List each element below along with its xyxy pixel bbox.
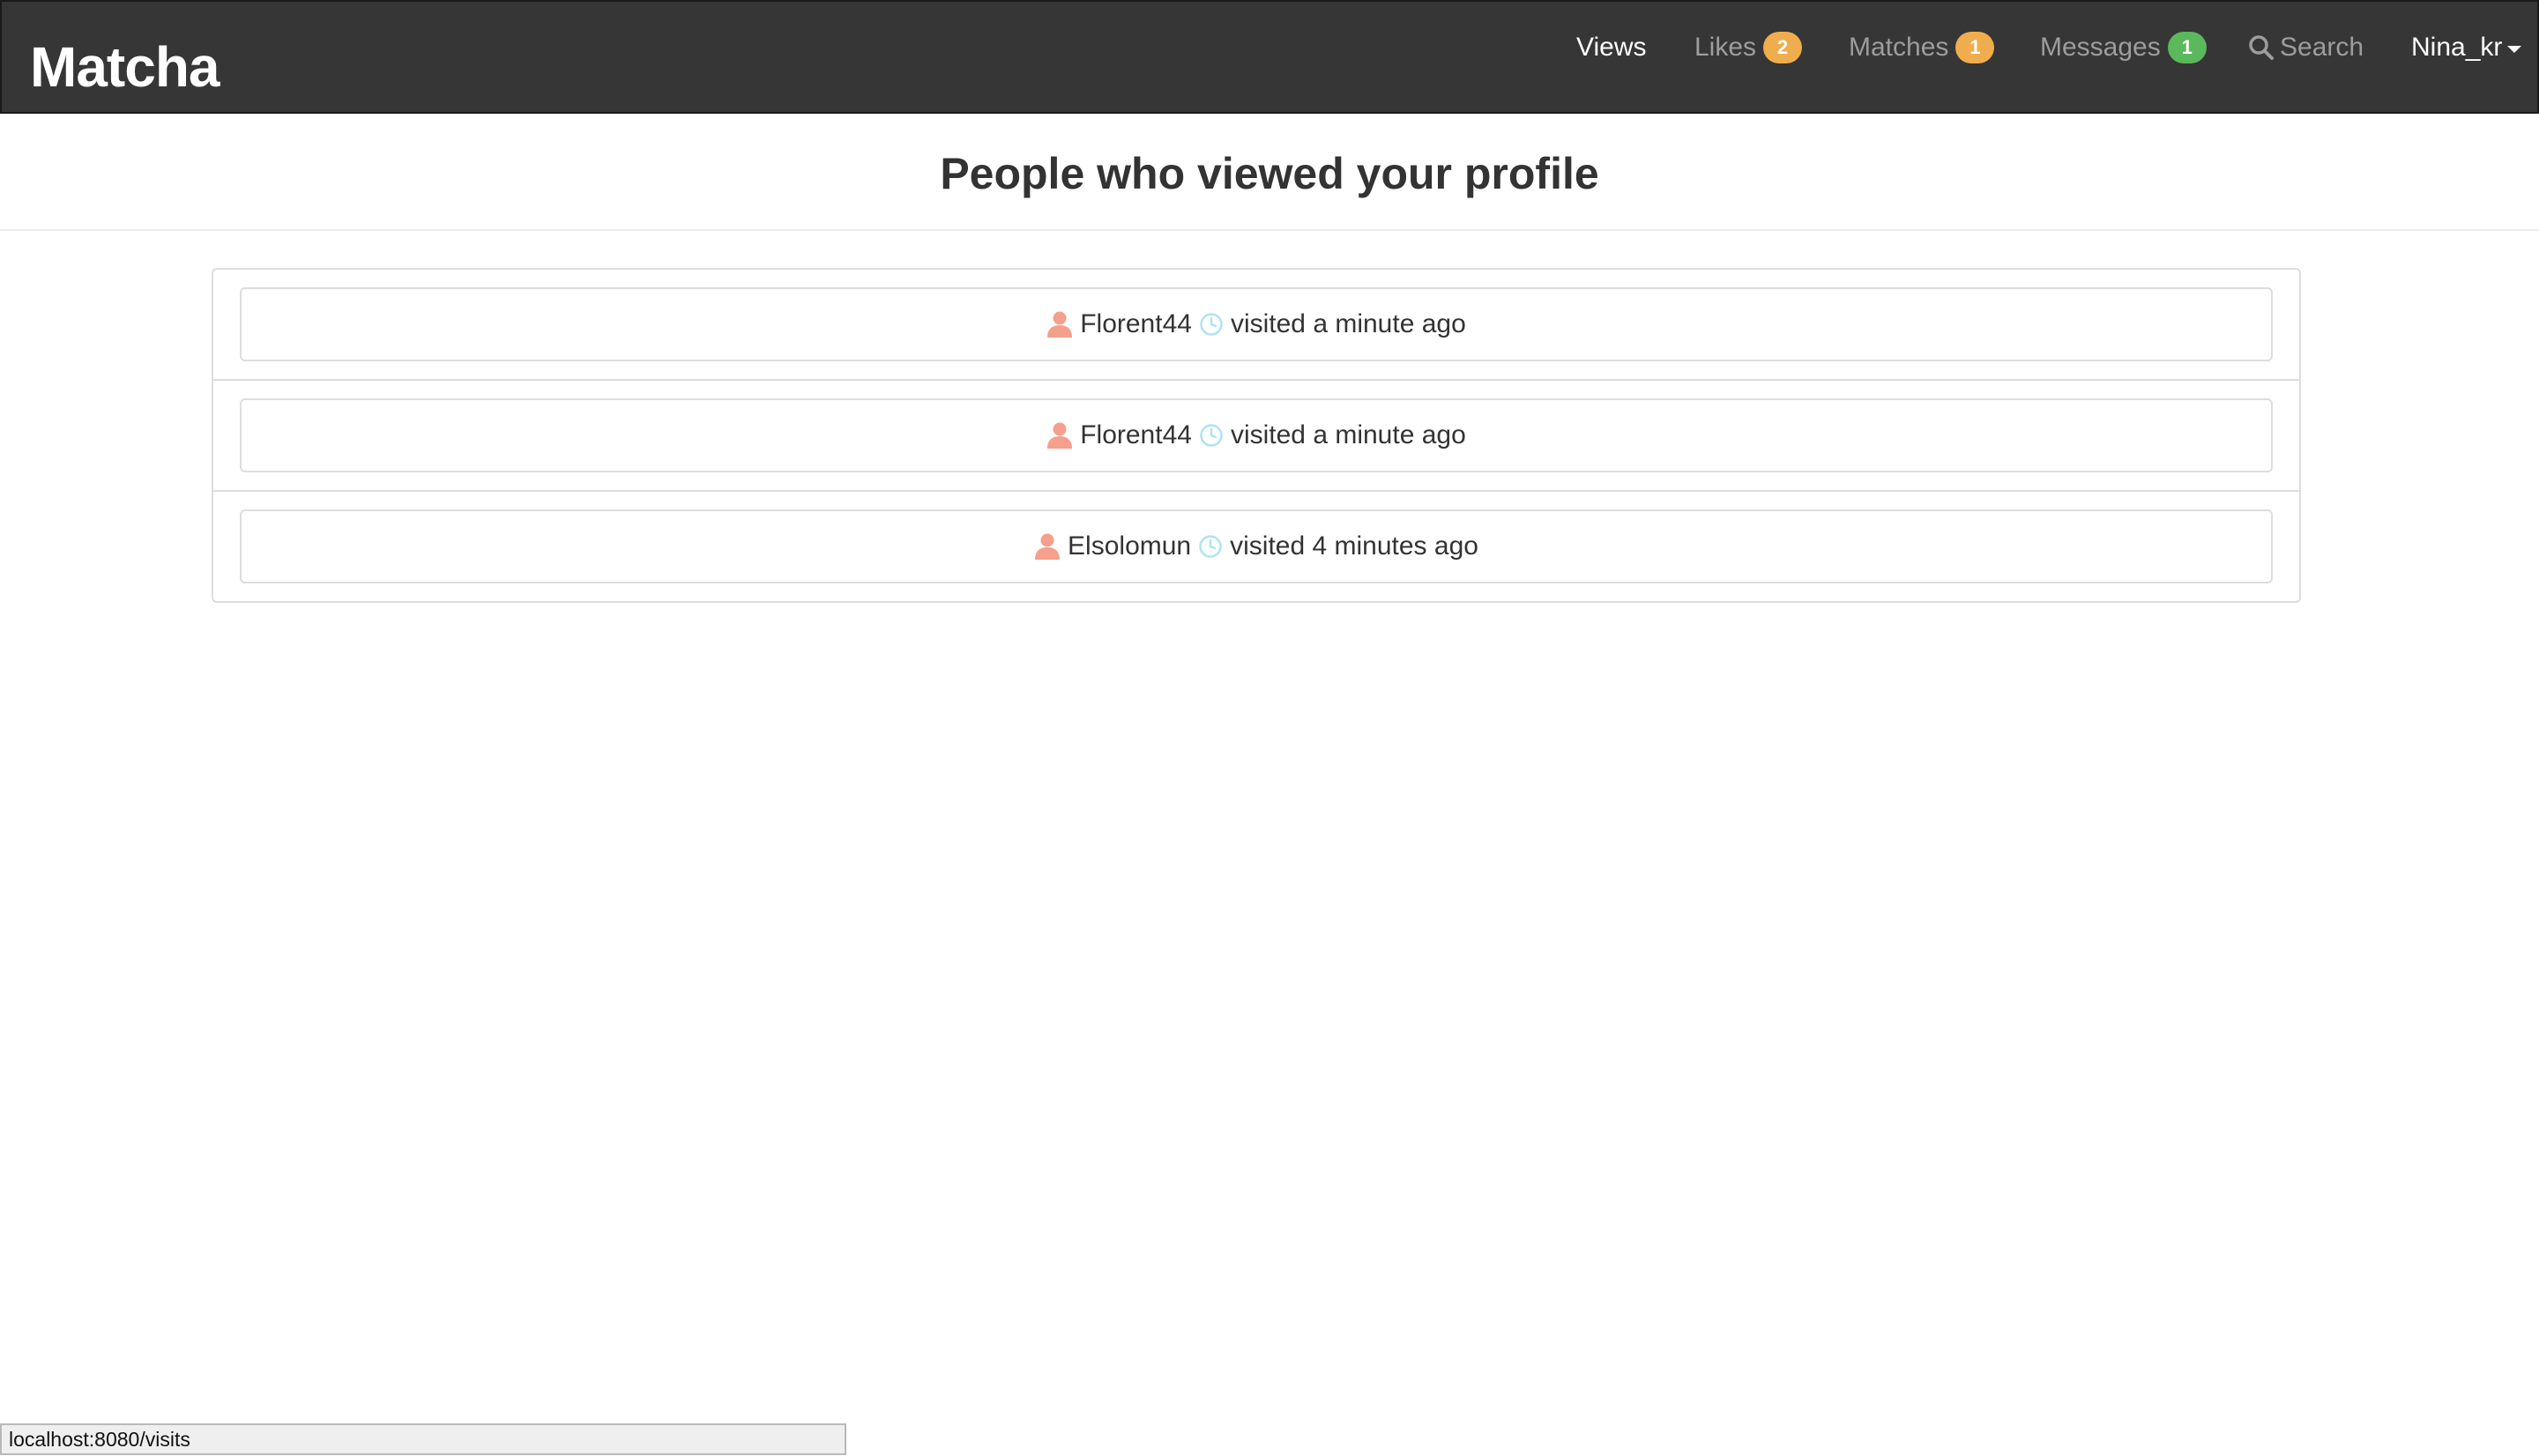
clock-icon xyxy=(1199,423,1224,448)
visit-time-text: visited a minute ago xyxy=(1230,420,1466,449)
user-menu-label: Nina_kr xyxy=(2411,33,2503,62)
search-icon xyxy=(2248,34,2275,61)
page-header: People who viewed your profile xyxy=(0,114,2539,231)
clock-icon xyxy=(1198,534,1223,559)
nav-search-label: Search xyxy=(2280,33,2364,62)
nav-search[interactable]: Search xyxy=(2248,28,2364,67)
nav-matches[interactable]: Matches 1 xyxy=(1849,28,1995,67)
nav-views-label: Views xyxy=(1576,33,1647,62)
list-item: Elsolomun visited 4 minutes ago xyxy=(213,492,2299,603)
top-navbar: Matcha Views Likes 2 Matches 1 Messages … xyxy=(0,0,2539,114)
caret-down-icon xyxy=(2507,46,2522,53)
visit-card[interactable]: Florent44 visited a minute ago xyxy=(240,287,2273,361)
visit-time-text: visited a minute ago xyxy=(1230,309,1466,338)
messages-count-badge: 1 xyxy=(2167,32,2207,63)
nav-messages[interactable]: Messages 1 xyxy=(2040,28,2207,67)
visit-card[interactable]: Florent44 visited a minute ago xyxy=(240,398,2273,472)
user-icon xyxy=(1034,532,1061,561)
status-bar-url: localhost:8080/visits xyxy=(0,1423,846,1455)
nav-likes-label: Likes xyxy=(1694,33,1757,62)
list-item: Florent44 visited a minute ago xyxy=(213,270,2299,381)
nav-matches-label: Matches xyxy=(1849,33,1949,62)
likes-count-badge: 2 xyxy=(1763,32,1803,63)
matches-count-badge: 1 xyxy=(1955,32,1995,63)
list-item: Florent44 visited a minute ago xyxy=(213,381,2299,492)
visitor-username[interactable]: Florent44 xyxy=(1080,420,1192,450)
nav-likes[interactable]: Likes 2 xyxy=(1694,28,1803,67)
visit-time-text: visited 4 minutes ago xyxy=(1230,531,1478,561)
brand-logo[interactable]: Matcha xyxy=(30,33,220,100)
nav-views[interactable]: Views xyxy=(1576,28,1646,67)
visits-panel: Florent44 visited a minute ago Florent44 xyxy=(212,268,2301,603)
user-menu-dropdown[interactable]: Nina_kr xyxy=(2411,28,2522,67)
page-title: People who viewed your profile xyxy=(940,149,1599,198)
user-icon xyxy=(1046,310,1073,338)
visit-card[interactable]: Elsolomun visited 4 minutes ago xyxy=(240,509,2273,583)
visitor-username[interactable]: Florent44 xyxy=(1080,309,1192,339)
visitor-username[interactable]: Elsolomun xyxy=(1068,531,1191,561)
user-icon xyxy=(1046,421,1073,449)
clock-icon xyxy=(1199,312,1224,337)
nav-messages-label: Messages xyxy=(2040,33,2161,62)
